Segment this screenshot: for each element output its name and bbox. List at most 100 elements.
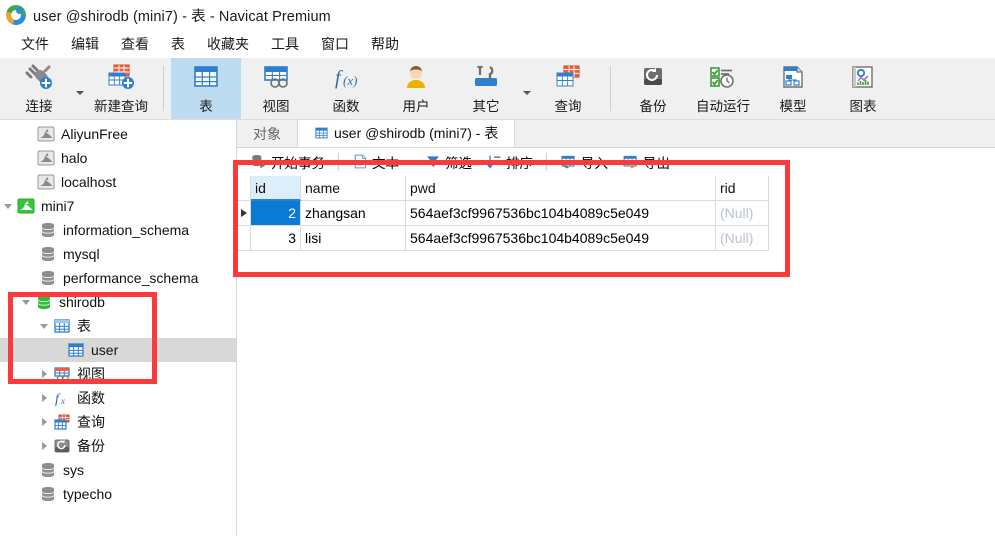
tree-item-mysql[interactable]: mysql — [0, 242, 236, 266]
connection-plug-icon — [24, 62, 54, 92]
toolbar-button-connection[interactable]: 连接 — [4, 58, 74, 119]
export-icon — [622, 154, 639, 170]
tab-user-table[interactable]: user @shirodb (mini7) - 表 — [298, 120, 516, 147]
database-icon — [38, 460, 58, 480]
main-area: AliyunFree halo localhost mini7 informat… — [0, 120, 995, 536]
toolbar-button-user[interactable]: 用户 — [381, 58, 451, 119]
twisty-expanded-icon[interactable] — [36, 314, 52, 338]
column-header-id[interactable]: id — [251, 176, 301, 201]
tree-item-functions-folder[interactable]: f x 函数 — [0, 386, 236, 410]
twisty-collapsed-icon[interactable] — [36, 362, 52, 386]
connection-dropdown-caret-icon[interactable] — [74, 58, 86, 119]
text-icon — [352, 153, 368, 170]
menu-favorites[interactable]: 收藏夹 — [196, 31, 260, 57]
cell-rid[interactable]: (Null) — [716, 201, 769, 226]
table-row[interactable]: 2 zhangsan 564aef3cf9967536bc104b4089c5e… — [237, 201, 769, 226]
begin-transaction-button[interactable]: 开始事务 — [243, 150, 332, 174]
main-toolbar: 连接 新建查询 表 视图 f (x) 函数 用户 其它 查询 备份 自动运行 模… — [0, 58, 995, 120]
cell-rid[interactable]: (Null) — [716, 226, 769, 251]
toolbar-label-function: 函数 — [332, 99, 360, 114]
tree-label: mysql — [63, 246, 100, 262]
toolbar-button-new-query[interactable]: 新建查询 — [86, 58, 156, 119]
menu-tools[interactable]: 工具 — [260, 31, 310, 57]
cell-name[interactable]: zhangsan — [301, 201, 406, 226]
toolbar-label-connection: 连接 — [25, 99, 53, 114]
toolbar-button-backup[interactable]: 备份 — [618, 58, 688, 119]
query-icon — [553, 62, 583, 92]
twisty-placeholder — [20, 170, 36, 194]
menu-window[interactable]: 窗口 — [310, 31, 360, 57]
toolbar-button-chart[interactable]: 图表 — [828, 58, 898, 119]
database-icon — [38, 220, 58, 240]
twisty-expanded-icon[interactable] — [18, 290, 34, 314]
navigation-tree[interactable]: AliyunFree halo localhost mini7 informat… — [0, 120, 237, 536]
row-indicator-current — [237, 201, 251, 226]
chart-icon — [849, 62, 877, 92]
toolbar-button-query[interactable]: 查询 — [533, 58, 603, 119]
grid-toolbar: 开始事务 文本 筛选 排序 导入 导出 — [237, 148, 995, 176]
column-header-pwd[interactable]: pwd — [406, 176, 716, 201]
tree-item-views-folder[interactable]: 视图 — [0, 362, 236, 386]
toolbar-button-automation[interactable]: 自动运行 — [688, 58, 758, 119]
menu-edit[interactable]: 编辑 — [60, 31, 110, 57]
tree-label: shirodb — [59, 294, 105, 310]
sort-icon — [486, 154, 502, 170]
tree-item-backups-folder[interactable]: 备份 — [0, 434, 236, 458]
tree-item-performance-schema[interactable]: performance_schema — [0, 266, 236, 290]
filter-icon — [425, 154, 441, 170]
table-row[interactable]: 3 lisi 564aef3cf9967536bc104b4089c5e049 … — [237, 226, 769, 251]
menu-file[interactable]: 文件 — [10, 31, 60, 57]
toolbar-label-new-query: 新建查询 — [94, 99, 148, 114]
menu-view[interactable]: 查看 — [110, 31, 160, 57]
twisty-collapsed-icon[interactable] — [36, 410, 52, 434]
table-folder-icon — [52, 316, 72, 336]
data-grid[interactable]: id name pwd rid 2 zhangsan 564aef3cf9967… — [237, 176, 769, 251]
tree-item-aliyunfree[interactable]: AliyunFree — [0, 122, 236, 146]
column-header-name[interactable]: name — [301, 176, 406, 201]
cell-id[interactable]: 3 — [251, 226, 301, 251]
toolbar-label-table: 表 — [199, 99, 213, 114]
menu-table[interactable]: 表 — [160, 31, 196, 57]
cell-id[interactable]: 2 — [251, 201, 301, 226]
export-button[interactable]: 导出 — [615, 150, 677, 174]
begin-transaction-icon — [250, 153, 267, 170]
twisty-placeholder — [20, 122, 36, 146]
toolbar-button-other[interactable]: 其它 — [451, 58, 521, 119]
text-dropdown-caret-icon[interactable] — [405, 159, 411, 164]
tree-item-shirodb[interactable]: shirodb — [0, 290, 236, 314]
twisty-collapsed-icon[interactable] — [36, 386, 52, 410]
toolbar-label-view: 视图 — [262, 99, 290, 114]
import-button[interactable]: 导入 — [553, 150, 615, 174]
connection-icon — [16, 196, 36, 216]
column-header-rid[interactable]: rid — [716, 176, 769, 201]
cell-name[interactable]: lisi — [301, 226, 406, 251]
tree-item-tables-folder[interactable]: 表 — [0, 314, 236, 338]
tree-item-localhost[interactable]: localhost — [0, 170, 236, 194]
twisty-expanded-icon[interactable] — [0, 194, 16, 218]
cell-pwd[interactable]: 564aef3cf9967536bc104b4089c5e049 — [406, 226, 716, 251]
cell-pwd[interactable]: 564aef3cf9967536bc104b4089c5e049 — [406, 201, 716, 226]
text-button[interactable]: 文本 — [345, 150, 418, 174]
tree-item-user-table[interactable]: user — [0, 338, 236, 362]
tree-item-information-schema[interactable]: information_schema — [0, 218, 236, 242]
twisty-collapsed-icon[interactable] — [36, 434, 52, 458]
import-icon — [560, 154, 577, 170]
menu-help[interactable]: 帮助 — [360, 31, 410, 57]
query-folder-icon — [52, 412, 72, 432]
toolbar-button-view[interactable]: 视图 — [241, 58, 311, 119]
toolbar-separator-2 — [610, 66, 611, 111]
toolbar-label-user: 用户 — [402, 99, 430, 114]
toolbar-button-model[interactable]: 模型 — [758, 58, 828, 119]
tree-item-halo[interactable]: halo — [0, 146, 236, 170]
tab-objects[interactable]: 对象 — [237, 120, 298, 147]
tree-item-typecho[interactable]: typecho — [0, 482, 236, 506]
tree-item-queries-folder[interactable]: 查询 — [0, 410, 236, 434]
grid-toolbar-separator-1 — [338, 152, 339, 171]
toolbar-button-function[interactable]: f (x) 函数 — [311, 58, 381, 119]
sort-button[interactable]: 排序 — [479, 150, 540, 174]
filter-button[interactable]: 筛选 — [418, 150, 479, 174]
toolbar-button-table[interactable]: 表 — [171, 58, 241, 119]
tree-item-mini7[interactable]: mini7 — [0, 194, 236, 218]
other-dropdown-caret-icon[interactable] — [521, 58, 533, 119]
tree-item-sys[interactable]: sys — [0, 458, 236, 482]
